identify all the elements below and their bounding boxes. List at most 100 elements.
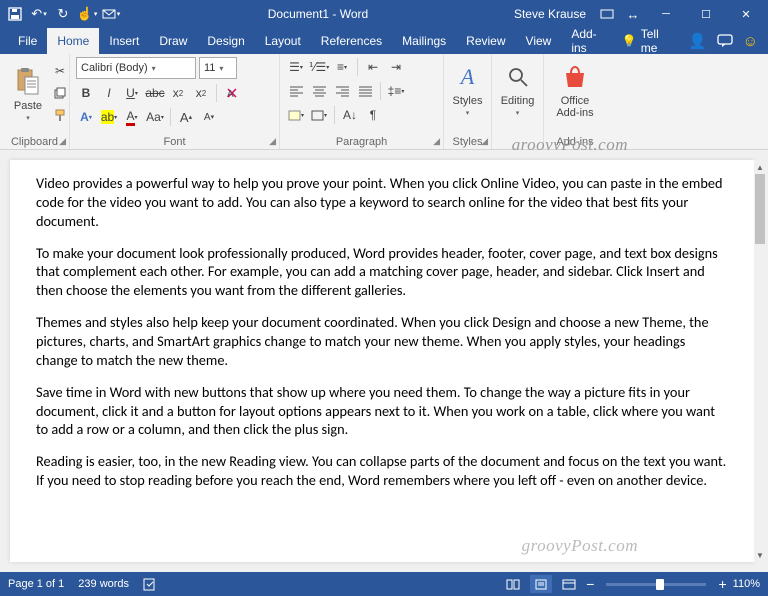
scroll-thumb[interactable] [755,174,765,244]
italic-button[interactable]: I [99,83,119,103]
print-layout-icon[interactable] [530,575,552,593]
clear-format-icon[interactable]: A [222,83,242,103]
paragraph: Save time in Word with new buttons that … [36,383,728,440]
save-icon[interactable] [4,3,26,25]
scroll-down-icon[interactable]: ▼ [754,548,766,562]
superscript-button[interactable]: x2 [191,83,211,103]
office-addins-button[interactable]: Office Add-ins [550,57,600,123]
line-spacing-icon[interactable]: ‡≡▾ [386,81,406,101]
bold-button[interactable]: B [76,83,96,103]
group-font: Calibri (Body)▾ 11▾ B I U▾ abc x2 x2 A A… [70,54,280,149]
document-area: Video provides a powerful way to help yo… [0,150,768,572]
tab-view[interactable]: View [516,28,562,54]
tell-me[interactable]: 💡Tell me [622,27,678,55]
status-bar: Page 1 of 1 239 words − + 110% [0,572,768,596]
zoom-out-button[interactable]: − [586,576,594,592]
align-left-icon[interactable] [286,81,306,101]
group-label: Paragraph [280,136,443,148]
tab-addins[interactable]: Add-ins [561,28,621,54]
align-right-icon[interactable] [332,81,352,101]
redo-icon[interactable]: ↻ [52,3,74,25]
font-color-icon[interactable]: A▾ [122,107,142,127]
dialog-launcher-icon[interactable]: ◢ [481,136,488,147]
title-bar: ↶▾ ↻ ☝▾ ▾ Document1 - Word Steve Krause … [0,0,768,28]
dialog-launcher-icon[interactable]: ◢ [59,136,66,147]
display-options-icon[interactable] [596,3,618,25]
tab-file[interactable]: File [8,28,47,54]
copy-icon[interactable] [50,83,70,103]
scroll-up-icon[interactable]: ▲ [754,160,766,174]
paragraph: Themes and styles also help keep your do… [36,313,728,370]
word-count[interactable]: 239 words [78,578,129,590]
watermark: groovyPost.com [522,536,638,556]
subscript-button[interactable]: x2 [168,83,188,103]
strike-button[interactable]: abc [145,83,165,103]
sort-icon[interactable]: A↓ [340,105,360,125]
numbering-icon[interactable]: ⅟☰▾ [309,57,329,77]
tab-design[interactable]: Design [197,28,254,54]
shading-icon[interactable]: ▾ [286,105,306,125]
smiley-icon[interactable]: ☺ [743,33,758,50]
align-center-icon[interactable] [309,81,329,101]
styles-button[interactable]: A Styles ▾ [450,57,485,121]
feedback-icon[interactable] [717,34,733,48]
multilevel-icon[interactable]: ≡▾ [332,57,352,77]
paragraph: Video provides a powerful way to help yo… [36,174,728,231]
tab-draw[interactable]: Draw [149,28,197,54]
find-icon [502,61,534,93]
increase-indent-icon[interactable]: ⇥ [386,57,406,77]
touch-mode-icon[interactable]: ☝▾ [76,3,98,25]
minimize-button[interactable]: ─ [648,0,684,28]
zoom-in-button[interactable]: + [718,576,726,592]
document-page[interactable]: Video provides a powerful way to help yo… [10,160,754,562]
highlight-icon[interactable]: ab▾ [99,107,119,127]
shrink-font-icon[interactable]: A▾ [199,107,219,127]
tab-mailings[interactable]: Mailings [392,28,456,54]
user-name: Steve Krause [514,7,586,21]
undo-icon[interactable]: ↶▾ [28,3,50,25]
group-paragraph: ☰▾ ⅟☰▾ ≡▾ ⇤ ⇥ ‡≡▾ ▾ ▾ A↓ ¶ Paragraph ◢ [280,54,444,149]
editing-button[interactable]: Editing ▾ [498,57,537,121]
svg-text:A: A [227,89,234,100]
maximize-button[interactable]: ☐ [688,0,724,28]
tab-home[interactable]: Home [47,28,99,54]
underline-button[interactable]: U▾ [122,83,142,103]
close-button[interactable]: ✕ [728,0,764,28]
dialog-launcher-icon[interactable]: ◢ [269,136,276,147]
change-case-icon[interactable]: Aa▾ [145,107,165,127]
tab-review[interactable]: Review [456,28,515,54]
ribbon: Paste ▾ ✂ Clipboard ◢ Calibri (Body)▾ 11… [0,54,768,150]
font-name-combo[interactable]: Calibri (Body)▾ [76,57,196,79]
autofit-icon[interactable]: ↔ [622,3,644,25]
bulb-icon: 💡 [622,34,637,48]
tab-layout[interactable]: Layout [255,28,311,54]
email-icon[interactable]: ▾ [100,3,122,25]
format-painter-icon[interactable] [50,105,70,125]
tab-insert[interactable]: Insert [99,28,149,54]
show-marks-icon[interactable]: ¶ [363,105,383,125]
group-clipboard: Paste ▾ ✂ Clipboard ◢ [0,54,70,149]
account-icon[interactable]: 👤 [688,32,707,50]
document-title: Document1 - Word [122,7,514,21]
paste-button[interactable]: Paste ▾ [6,57,50,131]
tab-references[interactable]: References [311,28,392,54]
decrease-indent-icon[interactable]: ⇤ [363,57,383,77]
title-right: Steve Krause ↔ ─ ☐ ✕ [514,0,764,28]
borders-icon[interactable]: ▾ [309,105,329,125]
bullets-icon[interactable]: ☰▾ [286,57,306,77]
vertical-scrollbar[interactable]: ▲ ▼ [754,160,766,562]
font-size-combo[interactable]: 11▾ [199,57,237,79]
proofing-icon[interactable] [143,577,159,591]
dialog-launcher-icon[interactable]: ◢ [433,136,440,147]
page-indicator[interactable]: Page 1 of 1 [8,578,64,590]
read-mode-icon[interactable] [502,575,524,593]
grow-font-icon[interactable]: A▴ [176,107,196,127]
cut-icon[interactable]: ✂ [50,61,70,81]
zoom-level[interactable]: 110% [733,578,760,590]
web-layout-icon[interactable] [558,575,580,593]
justify-icon[interactable] [355,81,375,101]
zoom-slider[interactable] [606,583,706,586]
group-label: Font [70,136,279,148]
text-effects-icon[interactable]: A▾ [76,107,96,127]
styles-icon: A [452,61,484,93]
